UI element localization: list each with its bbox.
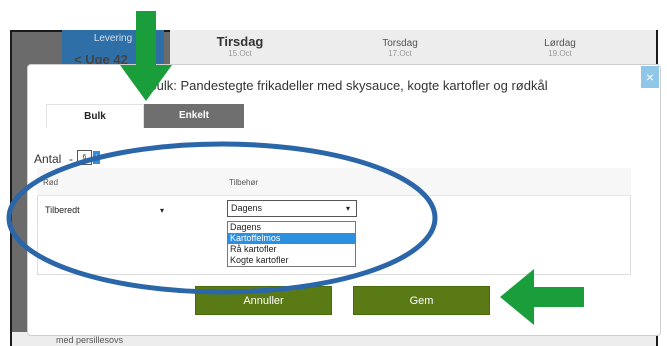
highlight-ellipse — [6, 141, 438, 295]
annotation-overlay — [6, 11, 584, 325]
green-arrow-left-icon — [500, 269, 584, 325]
green-arrow-down-icon — [120, 11, 172, 101]
